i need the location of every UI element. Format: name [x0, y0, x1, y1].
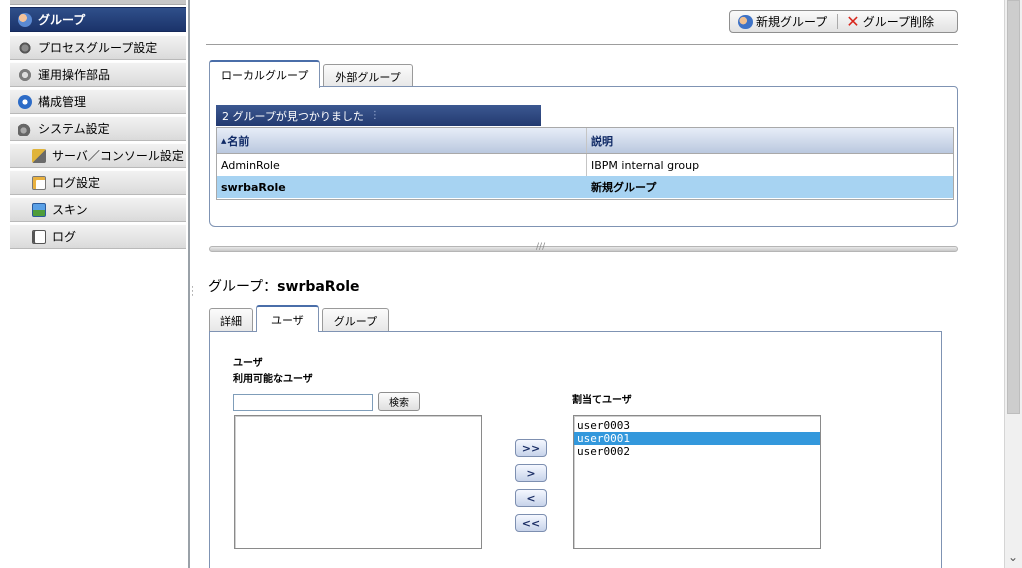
sidebar-item-server-console-settings[interactable]: サーバ／コンソール設定: [10, 143, 186, 168]
delete-group-button[interactable]: ✕ グループ削除: [844, 11, 940, 32]
user-section-label: ユーザ: [233, 358, 263, 369]
available-users-label: 利用可能なユーザ: [233, 374, 313, 385]
sidebar-item-process-group-settings[interactable]: プロセスグループ設定: [10, 35, 186, 60]
sidebar-item-label: システム設定: [38, 122, 110, 136]
add-button[interactable]: >: [515, 464, 547, 482]
splitter-grip-icon: ///: [536, 242, 546, 252]
sidebar-item-label: 運用操作部品: [38, 68, 111, 82]
tab-group[interactable]: グループ: [321, 308, 390, 332]
grip-icon: ⋮: [369, 110, 380, 121]
cell-description: 新規グループ: [591, 181, 657, 194]
table-row-selected[interactable]: swrbaRole 新規グループ: [217, 176, 953, 198]
remove-button[interactable]: <: [515, 489, 547, 507]
sidebar-item-label: ログ: [52, 230, 77, 244]
sort-asc-icon: ▲: [221, 136, 227, 145]
users-icon: [18, 12, 32, 27]
sidebar-item-log-settings[interactable]: ログ設定: [10, 170, 186, 195]
cell-description: IBPM internal group: [591, 158, 700, 172]
sidebar-item-label: グループ: [38, 13, 86, 27]
sidebar-item-label: スキン: [52, 203, 88, 217]
log-icon: [32, 229, 46, 244]
column-header-label: 説明: [591, 134, 613, 148]
list-item-selected[interactable]: user0001: [574, 432, 820, 445]
new-group-icon: [738, 14, 753, 29]
skin-icon: [32, 202, 46, 217]
remove-all-button[interactable]: <<: [515, 514, 547, 532]
cell-name: AdminRole: [217, 154, 587, 176]
log-settings-icon: [32, 175, 46, 190]
tab-label: 詳細: [220, 314, 242, 328]
sidebar-item-skin[interactable]: スキン: [10, 197, 186, 222]
add-all-button[interactable]: >>: [515, 439, 547, 457]
table-header: ▲ 名前 説明: [217, 128, 953, 154]
tab-details[interactable]: 詳細: [209, 308, 253, 332]
sidebar-item-label: ログ設定: [52, 176, 101, 190]
sidebar-left-strip: [0, 0, 9, 568]
sidebar-item-log[interactable]: ログ: [10, 224, 186, 249]
found-count-text: 2 グループが見つかりました: [222, 109, 364, 123]
sidebar-item-configuration[interactable]: 構成管理: [10, 89, 186, 114]
tab-user[interactable]: ユーザ: [256, 305, 319, 332]
tab-label: ユーザ: [271, 313, 304, 327]
group-type-tabs: ローカルグループ 外部グループ: [209, 60, 416, 88]
sidebar-item-group[interactable]: グループ: [10, 7, 186, 32]
column-header-label: 名前: [227, 134, 250, 148]
toolbar-separator: [837, 14, 839, 29]
detail-title: グループ：swrbaRole: [208, 276, 360, 296]
detail-title-prefix: グループ：: [208, 279, 278, 295]
settings-icon: [18, 121, 32, 136]
table-row[interactable]: AdminRole IBPM internal group: [217, 154, 953, 176]
assigned-users-label: 割当てユーザ: [572, 395, 632, 406]
vertical-scrollbar[interactable]: ⌄: [1004, 0, 1022, 568]
toolbar-divider: [206, 44, 958, 45]
sidebar-item-operation-parts[interactable]: 運用操作部品: [10, 62, 186, 87]
tab-external-group[interactable]: 外部グループ: [323, 64, 413, 88]
sidebar-item-label: プロセスグループ設定: [38, 41, 158, 55]
horizontal-splitter[interactable]: ///: [209, 242, 958, 252]
sidebar-item-label: 構成管理: [38, 95, 87, 109]
new-group-label: 新規グループ: [756, 15, 828, 29]
tools-icon: [18, 40, 32, 55]
config-icon: [18, 94, 32, 109]
detail-title-group-name: swrbaRole: [277, 279, 360, 295]
delete-icon: ✕: [846, 11, 860, 31]
cell-name: swrbaRole: [217, 176, 587, 198]
delete-group-label: グループ削除: [862, 15, 934, 29]
sidebar: グループ プロセスグループ設定 運用操作部品 構成管理 システム設定 サーバ／コ…: [0, 0, 190, 568]
user-search-input[interactable]: [233, 394, 373, 411]
sidebar-item-partial[interactable]: [10, 0, 186, 5]
sidebar-item-label: サーバ／コンソール設定: [52, 149, 184, 163]
search-button[interactable]: 検索: [378, 392, 420, 411]
found-count-bar: 2 グループが見つかりました ⋮: [216, 105, 541, 126]
sidebar-item-system-settings[interactable]: システム設定: [10, 116, 186, 141]
available-users-list[interactable]: [234, 415, 482, 549]
list-item[interactable]: user0003: [574, 419, 820, 432]
tab-local-group[interactable]: ローカルグループ: [209, 60, 321, 88]
group-table: ▲ 名前 説明 AdminRole IBPM internal group sw…: [216, 127, 954, 200]
gear-icon: [18, 67, 32, 82]
new-group-button[interactable]: 新規グループ: [730, 11, 844, 32]
column-header-name[interactable]: ▲ 名前: [217, 128, 587, 153]
list-item[interactable]: user0002: [574, 445, 820, 458]
column-header-description[interactable]: 説明: [587, 128, 953, 153]
scrollbar-thumb[interactable]: [1007, 0, 1020, 414]
tab-label: ローカルグループ: [221, 69, 309, 82]
server-icon: [32, 148, 46, 163]
group-toolbar: 新規グループ ✕ グループ削除: [729, 10, 958, 33]
assigned-users-list[interactable]: user0003 user0001 user0002: [573, 415, 821, 549]
chevron-down-icon[interactable]: ⌄: [1008, 551, 1018, 563]
tab-label: 外部グループ: [335, 70, 401, 84]
splitter-grip-icon[interactable]: · · ·: [190, 284, 195, 301]
tab-label: グループ: [333, 314, 378, 328]
detail-tabs: 詳細 ユーザ グループ: [209, 305, 392, 332]
